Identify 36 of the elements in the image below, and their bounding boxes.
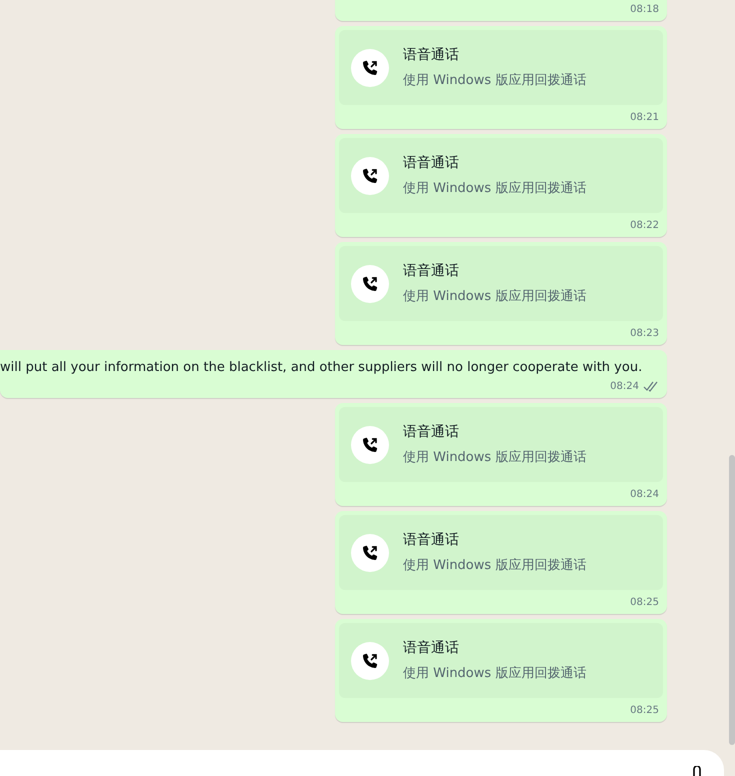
- call-title: 语音通话: [403, 154, 460, 172]
- call-title: 语音通话: [403, 423, 460, 441]
- message-time: 08:18: [630, 4, 659, 15]
- call-subtitle: 使用 Windows 版应用回拨通话: [403, 180, 586, 197]
- call-subtitle: 使用 Windows 版应用回拨通话: [403, 72, 586, 89]
- call-card[interactable]: 语音通话 使用 Windows 版应用回拨通话: [339, 515, 663, 590]
- call-card[interactable]: 语音通话 使用 Windows 版应用回拨通话: [339, 623, 663, 698]
- message-time: 08:25: [630, 597, 659, 608]
- call-card[interactable]: 语音通话 使用 Windows 版应用回拨通话: [339, 138, 663, 213]
- phone-callback-icon: [361, 652, 379, 670]
- call-card[interactable]: 语音通话 使用 Windows 版应用回拨通话: [339, 407, 663, 482]
- phone-callback-icon: [361, 274, 379, 292]
- scrollbar-thumb[interactable]: [729, 455, 735, 745]
- message-input-bar[interactable]: [0, 750, 724, 776]
- call-title: 语音通话: [403, 46, 460, 64]
- call-subtitle: 使用 Windows 版应用回拨通话: [403, 557, 586, 574]
- phone-callback-icon: [361, 58, 379, 76]
- message-time: 08:23: [630, 328, 659, 339]
- call-title: 语音通话: [403, 262, 460, 280]
- call-title: 语音通话: [403, 639, 460, 657]
- message-time: 08:21: [630, 112, 659, 123]
- call-subtitle: 使用 Windows 版应用回拨通话: [403, 288, 586, 305]
- call-title: 语音通话: [403, 531, 460, 549]
- phone-callback-icon: [361, 166, 379, 184]
- message-time: 08:24: [610, 381, 639, 392]
- call-subtitle: 使用 Windows 版应用回拨通话: [403, 665, 586, 682]
- message-time: 08:25: [630, 705, 659, 716]
- call-card[interactable]: 语音通话 使用 Windows 版应用回拨通话: [339, 246, 663, 321]
- message-time: 08:24: [630, 489, 659, 500]
- phone-callback-icon: [361, 544, 379, 562]
- phone-callback-icon: [361, 436, 379, 454]
- call-card[interactable]: 语音通话 使用 Windows 版应用回拨通话: [339, 30, 663, 105]
- message-time: 08:22: [630, 220, 659, 231]
- microphone-icon[interactable]: [692, 766, 702, 776]
- message-text: will put all your information on the blacklist, and other suppliers will no longer cooperate with you.: [0, 360, 644, 375]
- call-subtitle: 使用 Windows 版应用回拨通话: [403, 449, 586, 466]
